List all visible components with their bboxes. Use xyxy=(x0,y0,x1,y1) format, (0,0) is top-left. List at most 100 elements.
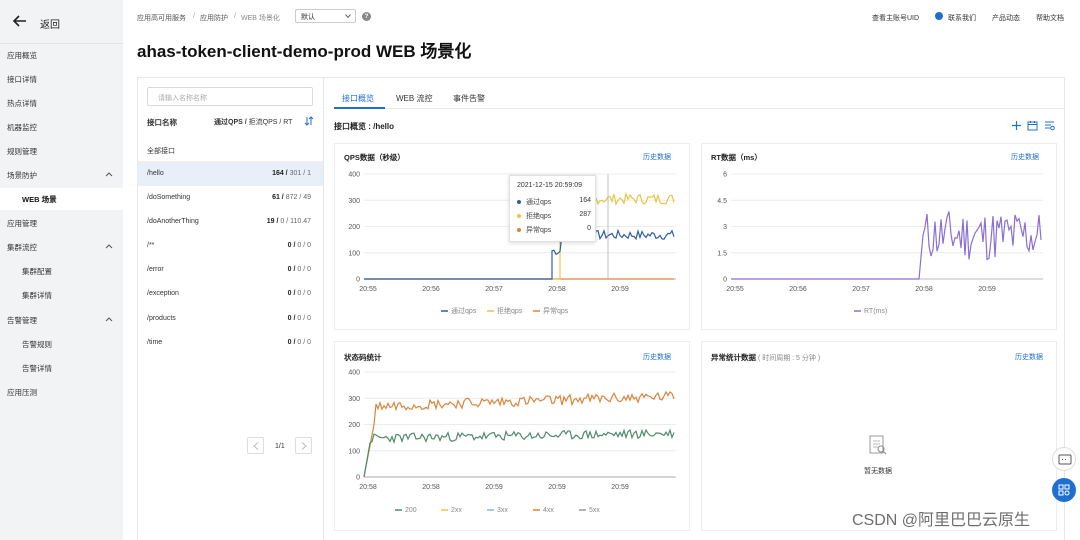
legend-label: 通过qps xyxy=(451,306,477,315)
no-data-text: 暂无数据 xyxy=(864,468,892,475)
sidebar-item-alert-management[interactable]: 告警管理 xyxy=(0,309,123,331)
api-name: /doAnotherThing xyxy=(147,218,199,225)
sidebar-item-app-management[interactable]: 应用管理 xyxy=(0,212,123,234)
list-item-label: 全部接口 xyxy=(147,148,175,155)
sidebar-item-app-overview[interactable]: 应用概览 xyxy=(0,44,123,66)
sidebar: 返回 应用概览 接口详情 热点详情 机器监控 规则管理 场景防护 WEB 场景 … xyxy=(0,0,123,540)
sidebar-item-cluster-config[interactable]: 集群配置 xyxy=(0,260,123,282)
api-list-panel: 请输入名称名称 接口名称 通过QPS / 拒流QPS / RT 全部接口 /he… xyxy=(137,77,324,540)
chevron-up-icon xyxy=(105,244,113,249)
chevron-right-icon xyxy=(301,442,307,450)
api-metrics: 164 / 301 / 1 xyxy=(272,170,311,177)
help-icon[interactable]: ? xyxy=(362,12,371,21)
x-tick-label: 20:59 xyxy=(611,286,629,293)
api-metrics: 0 / 0 / 0 xyxy=(287,315,311,322)
col-header-pass-qps: 通过QPS / xyxy=(214,119,247,126)
x-tick-label: 20:57 xyxy=(485,286,503,293)
sidebar-item-cluster-details[interactable]: 集群详情 xyxy=(0,284,123,306)
view-uid-link[interactable]: 查看主账号UID xyxy=(872,13,919,23)
add-icon[interactable] xyxy=(1011,120,1022,131)
sidebar-item-rule-management[interactable]: 规则管理 xyxy=(0,140,123,162)
y-tick-label: 0 xyxy=(356,277,360,284)
chat-icon xyxy=(1058,454,1072,465)
rt-history-link[interactable]: 历史数据 xyxy=(1011,152,1039,162)
sidebar-item-cluster-flow[interactable]: 集群流控 xyxy=(0,236,123,258)
legend-label: 2xx xyxy=(451,507,462,514)
api-metrics: 0 / 0 / 0 xyxy=(287,242,311,249)
help-docs-link[interactable]: 帮助文档 xyxy=(1036,13,1064,23)
sidebar-item-web-scene[interactable]: WEB 场景 xyxy=(0,188,123,210)
back-button[interactable]: 返回 xyxy=(0,0,123,44)
sidebar-item-label: 告警管理 xyxy=(7,316,37,325)
y-tick-label: 200 xyxy=(348,224,360,231)
col-header-name: 接口名称 xyxy=(147,118,177,127)
api-metrics: 0 / 0 / 0 xyxy=(287,266,311,273)
api-name: /products xyxy=(147,315,176,322)
x-tick-label: 20:56 xyxy=(422,286,440,293)
y-tick-label: 0 xyxy=(723,277,727,284)
prev-page-button[interactable] xyxy=(247,437,264,454)
api-metrics: 0 / 0 / 0 xyxy=(287,339,311,346)
sidebar-item-alert-details[interactable]: 告警详情 xyxy=(0,357,123,379)
apps-button[interactable] xyxy=(1052,478,1076,502)
tab-web-flow-control[interactable]: WEB 流控 xyxy=(396,93,432,104)
breadcrumb-item[interactable]: 应用防护 xyxy=(200,13,228,23)
contact-us-link[interactable]: 联系我们 xyxy=(948,13,976,23)
api-name: /doSomething xyxy=(147,194,191,201)
tab-active-indicator xyxy=(334,107,385,109)
sidebar-item-api-details[interactable]: 接口详情 xyxy=(0,68,123,90)
col-header-block-rt: 拒流QPS / RT xyxy=(246,119,293,126)
list-item[interactable]: /** 0 / 0 / 0 xyxy=(137,234,323,258)
search-input[interactable]: 请输入名称名称 xyxy=(147,87,313,106)
qps-card-title: QPS数据（秒级） xyxy=(344,153,405,162)
list-item[interactable]: /hello 164 / 301 / 1 xyxy=(137,162,323,186)
breadcrumb-item[interactable]: 应用高可用服务 xyxy=(137,13,186,23)
status-history-link[interactable]: 历史数据 xyxy=(643,352,671,362)
tab-event-alerts[interactable]: 事件告警 xyxy=(453,93,485,104)
list-item[interactable]: /time 0 / 0 / 0 xyxy=(137,331,323,355)
list-item[interactable]: /products 0 / 0 / 0 xyxy=(137,307,323,331)
chevron-up-icon xyxy=(105,172,113,177)
env-select[interactable]: 默认 xyxy=(295,9,356,23)
api-name: /exception xyxy=(147,290,179,297)
watermark: CSDN @阿里巴巴云原生 xyxy=(852,512,1031,529)
search-placeholder: 请输入名称名称 xyxy=(158,95,207,102)
x-tick-label: 20:56 xyxy=(789,286,807,293)
x-tick-label: 20:58 xyxy=(359,484,377,491)
sidebar-item-label: 机器监控 xyxy=(7,123,37,132)
list-item[interactable]: /doSomething 61 / 872 / 49 xyxy=(137,186,323,210)
sort-icon[interactable] xyxy=(304,116,314,126)
series-line-200 xyxy=(363,428,675,478)
sidebar-item-load-test[interactable]: 应用压测 xyxy=(0,381,123,403)
list-item[interactable]: /doAnotherThing 19 / 0 / 110.47 xyxy=(137,210,323,234)
y-tick-label: 300 xyxy=(348,198,360,205)
qps-history-link[interactable]: 历史数据 xyxy=(643,152,671,162)
tab-api-overview[interactable]: 接口概览 xyxy=(342,93,374,104)
sidebar-item-hotspot[interactable]: 热点详情 xyxy=(0,92,123,114)
list-item[interactable]: /exception 0 / 0 / 0 xyxy=(137,282,323,306)
sidebar-item-label: 规则管理 xyxy=(7,147,37,156)
sidebar-item-label: 接口详情 xyxy=(7,75,37,84)
sidebar-item-label: 热点详情 xyxy=(7,99,37,108)
sidebar-item-scene-protection[interactable]: 场景防护 xyxy=(0,164,123,186)
apps-icon xyxy=(1058,484,1070,496)
list-item[interactable]: /error 0 / 0 / 0 xyxy=(137,258,323,282)
next-page-button[interactable] xyxy=(295,437,312,454)
breadcrumb-separator: / xyxy=(193,13,195,20)
chat-button[interactable] xyxy=(1052,447,1076,471)
status-card-title: 状态码统计 xyxy=(344,353,382,362)
arrow-left-icon xyxy=(12,15,26,27)
calendar-icon[interactable] xyxy=(1027,120,1038,131)
legend-label: 4xx xyxy=(543,507,554,514)
series-line-rt xyxy=(731,211,1042,280)
sidebar-item-machine-monitor[interactable]: 机器监控 xyxy=(0,116,123,138)
sidebar-item-alert-rules[interactable]: 告警规则 xyxy=(0,333,123,355)
legend-label: 异常qps xyxy=(543,306,569,315)
settings-list-icon[interactable] xyxy=(1044,120,1055,131)
api-name: /error xyxy=(147,266,164,273)
list-item-all[interactable]: 全部接口 xyxy=(137,138,323,162)
exception-history-link[interactable]: 历史数据 xyxy=(1015,352,1043,362)
chevron-left-icon xyxy=(253,442,259,450)
sidebar-item-label: 场景防护 xyxy=(7,171,37,180)
product-news-link[interactable]: 产品动态 xyxy=(992,13,1020,23)
